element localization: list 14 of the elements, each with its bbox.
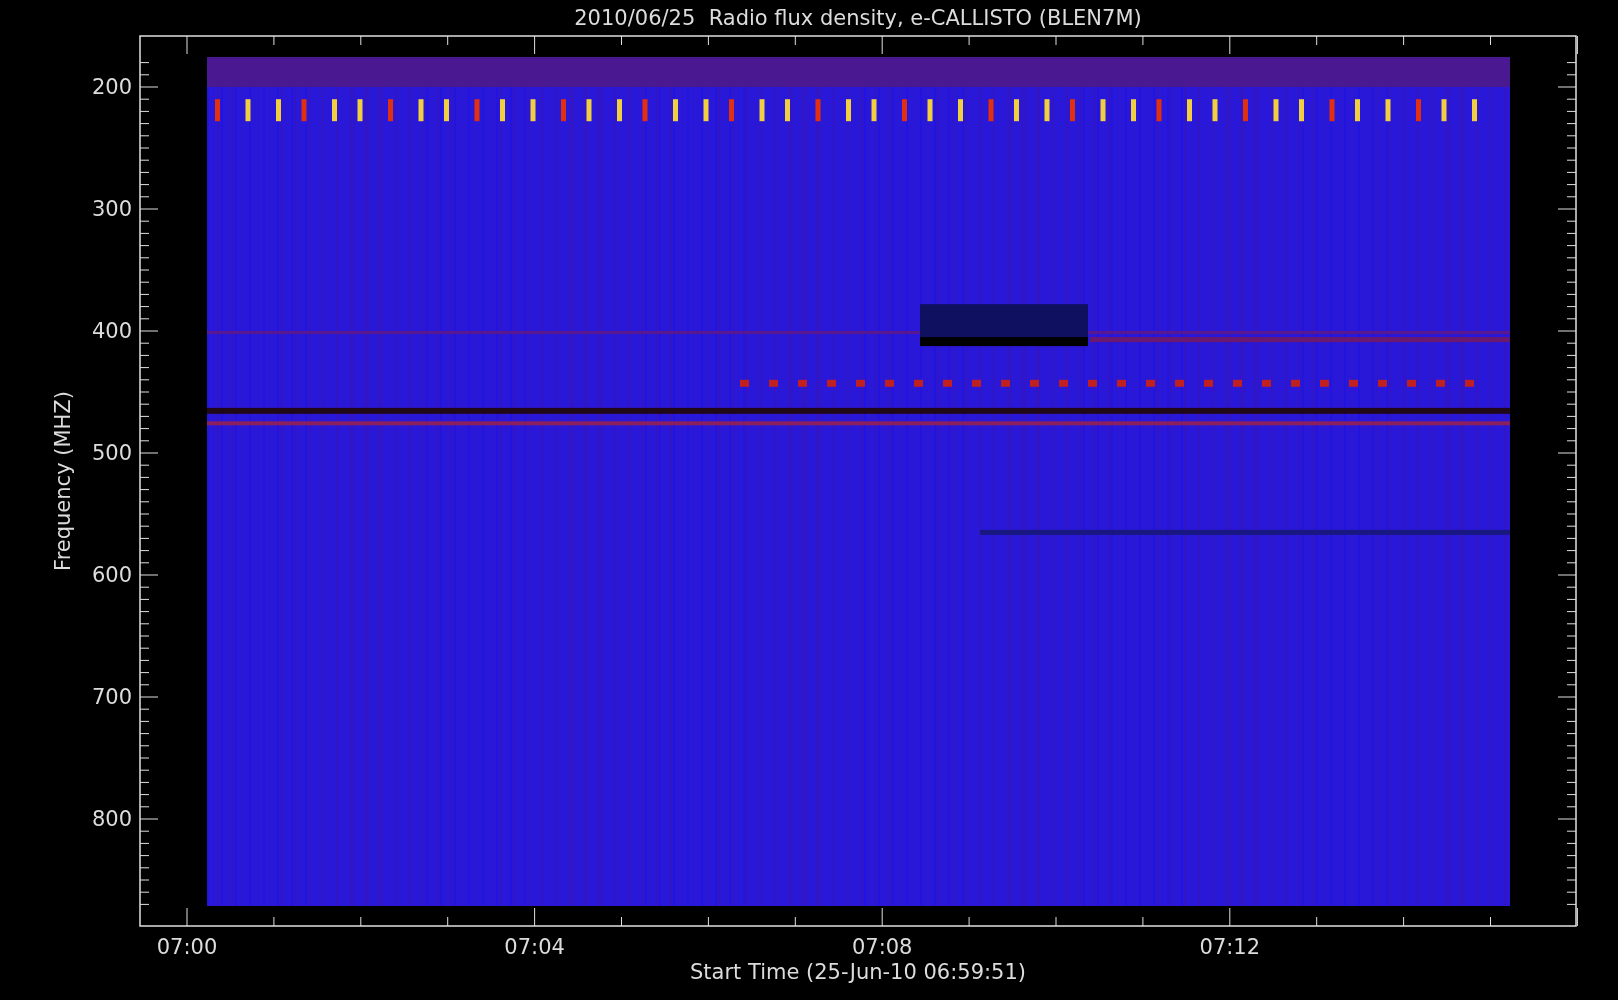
y-tick-label: 800 <box>91 807 132 831</box>
x-tick-label: 07:04 <box>504 935 565 959</box>
y-tick-label: 200 <box>91 75 132 99</box>
x-tick-label: 07:08 <box>851 935 913 959</box>
x-axis-label: Start Time (25-Jun-10 06:59:51) <box>690 960 1026 984</box>
y-tick-label: 700 <box>91 685 132 709</box>
y-tick-label: 300 <box>91 197 132 221</box>
x-tick-label: 07:00 <box>156 935 218 959</box>
x-tick-label: 07:12 <box>1199 935 1261 959</box>
y-tick-label: 400 <box>91 319 132 343</box>
y-tick-label: 600 <box>91 563 132 587</box>
y-axis-label: Frequency (MHZ) <box>51 391 75 571</box>
y-tick-label: 500 <box>91 441 132 465</box>
chart-title: 2010/06/25 Radio flux density, e-CALLISTO (BLEN7M) <box>574 6 1142 30</box>
